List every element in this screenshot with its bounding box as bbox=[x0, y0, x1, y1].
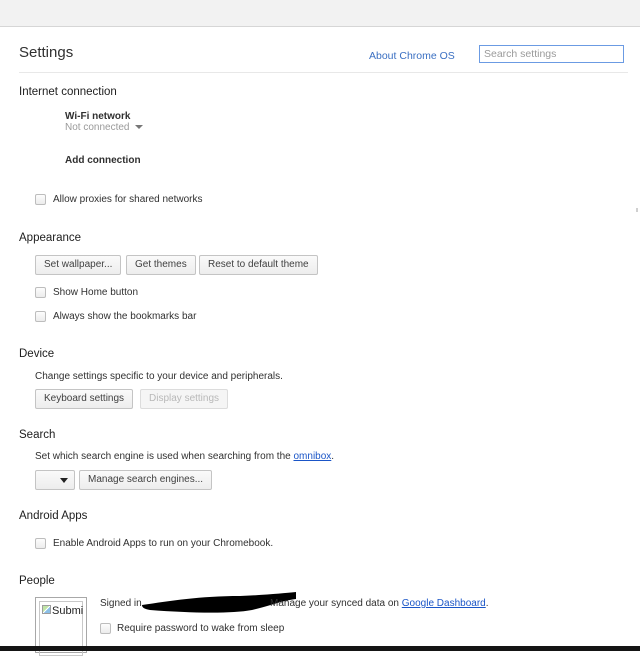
device-description: Change settings specific to your device … bbox=[35, 371, 283, 382]
show-bookmarks-label: Always show the bookmarks bar bbox=[53, 311, 197, 322]
section-title-appearance: Appearance bbox=[19, 232, 82, 244]
show-bookmarks-checkbox[interactable] bbox=[35, 311, 46, 322]
section-title-internet: Internet connection bbox=[19, 86, 117, 98]
dropdown-arrow-icon bbox=[60, 478, 68, 483]
scrollbar-indicator bbox=[636, 208, 638, 212]
allow-proxies-checkbox[interactable] bbox=[35, 194, 46, 205]
allow-proxies-label: Allow proxies for shared networks bbox=[53, 194, 203, 205]
section-title-people: People bbox=[19, 575, 55, 587]
search-description-suffix: . bbox=[331, 451, 335, 462]
enable-android-label: Enable Android Apps to run on your Chrom… bbox=[53, 538, 274, 549]
header-divider bbox=[19, 72, 628, 73]
avatar-alt-text: Submi bbox=[52, 605, 84, 617]
show-home-checkbox[interactable] bbox=[35, 287, 46, 298]
show-home-label: Show Home button bbox=[53, 287, 139, 298]
display-settings-button[interactable]: Display settings bbox=[140, 389, 229, 409]
window-top-bar bbox=[0, 0, 640, 27]
section-title-android: Android Apps bbox=[19, 510, 88, 522]
enable-android-checkbox[interactable] bbox=[35, 538, 46, 549]
omnibox-link[interactable]: omnibox bbox=[293, 451, 331, 462]
page-title: Settings bbox=[19, 44, 74, 61]
broken-image-icon bbox=[42, 605, 51, 614]
search-settings-input[interactable] bbox=[479, 45, 624, 63]
reset-theme-button[interactable]: Reset to default theme bbox=[199, 255, 318, 275]
shelf-bar bbox=[0, 646, 640, 651]
set-wallpaper-button[interactable]: Set wallpaper... bbox=[35, 255, 122, 275]
chevron-down-icon bbox=[134, 125, 143, 130]
wifi-status[interactable]: Not connected bbox=[65, 122, 143, 133]
manage-search-engines-button[interactable]: Manage search engines... bbox=[79, 470, 213, 490]
require-password-label: Require password to wake from sleep bbox=[117, 623, 285, 634]
search-description-prefix: Set which search engine is used when sea… bbox=[35, 451, 294, 462]
wifi-network-label[interactable]: Wi-Fi network bbox=[65, 111, 130, 122]
signed-in-text: Signed in bbox=[100, 598, 142, 609]
search-description: Set which search engine is used when sea… bbox=[35, 451, 334, 462]
avatar[interactable]: Submi bbox=[35, 597, 87, 656]
keyboard-settings-button[interactable]: Keyboard settings bbox=[35, 389, 134, 409]
add-connection-button[interactable]: Add connection bbox=[65, 155, 141, 166]
search-engine-select[interactable] bbox=[35, 470, 75, 490]
get-themes-button[interactable]: Get themes bbox=[126, 255, 196, 275]
manage-synced-text: Manage your synced data on bbox=[270, 598, 402, 609]
manage-synced-suffix: . bbox=[485, 598, 489, 609]
about-chrome-os-link[interactable]: About Chrome OS bbox=[369, 50, 455, 62]
google-dashboard-link[interactable]: Google Dashboard bbox=[402, 598, 486, 609]
section-title-search: Search bbox=[19, 429, 56, 441]
require-password-checkbox[interactable] bbox=[100, 623, 111, 634]
wifi-status-text: Not connected bbox=[65, 122, 130, 133]
section-title-device: Device bbox=[19, 348, 55, 360]
manage-synced-data-text: Manage your synced data on Google Dashbo… bbox=[270, 598, 489, 609]
